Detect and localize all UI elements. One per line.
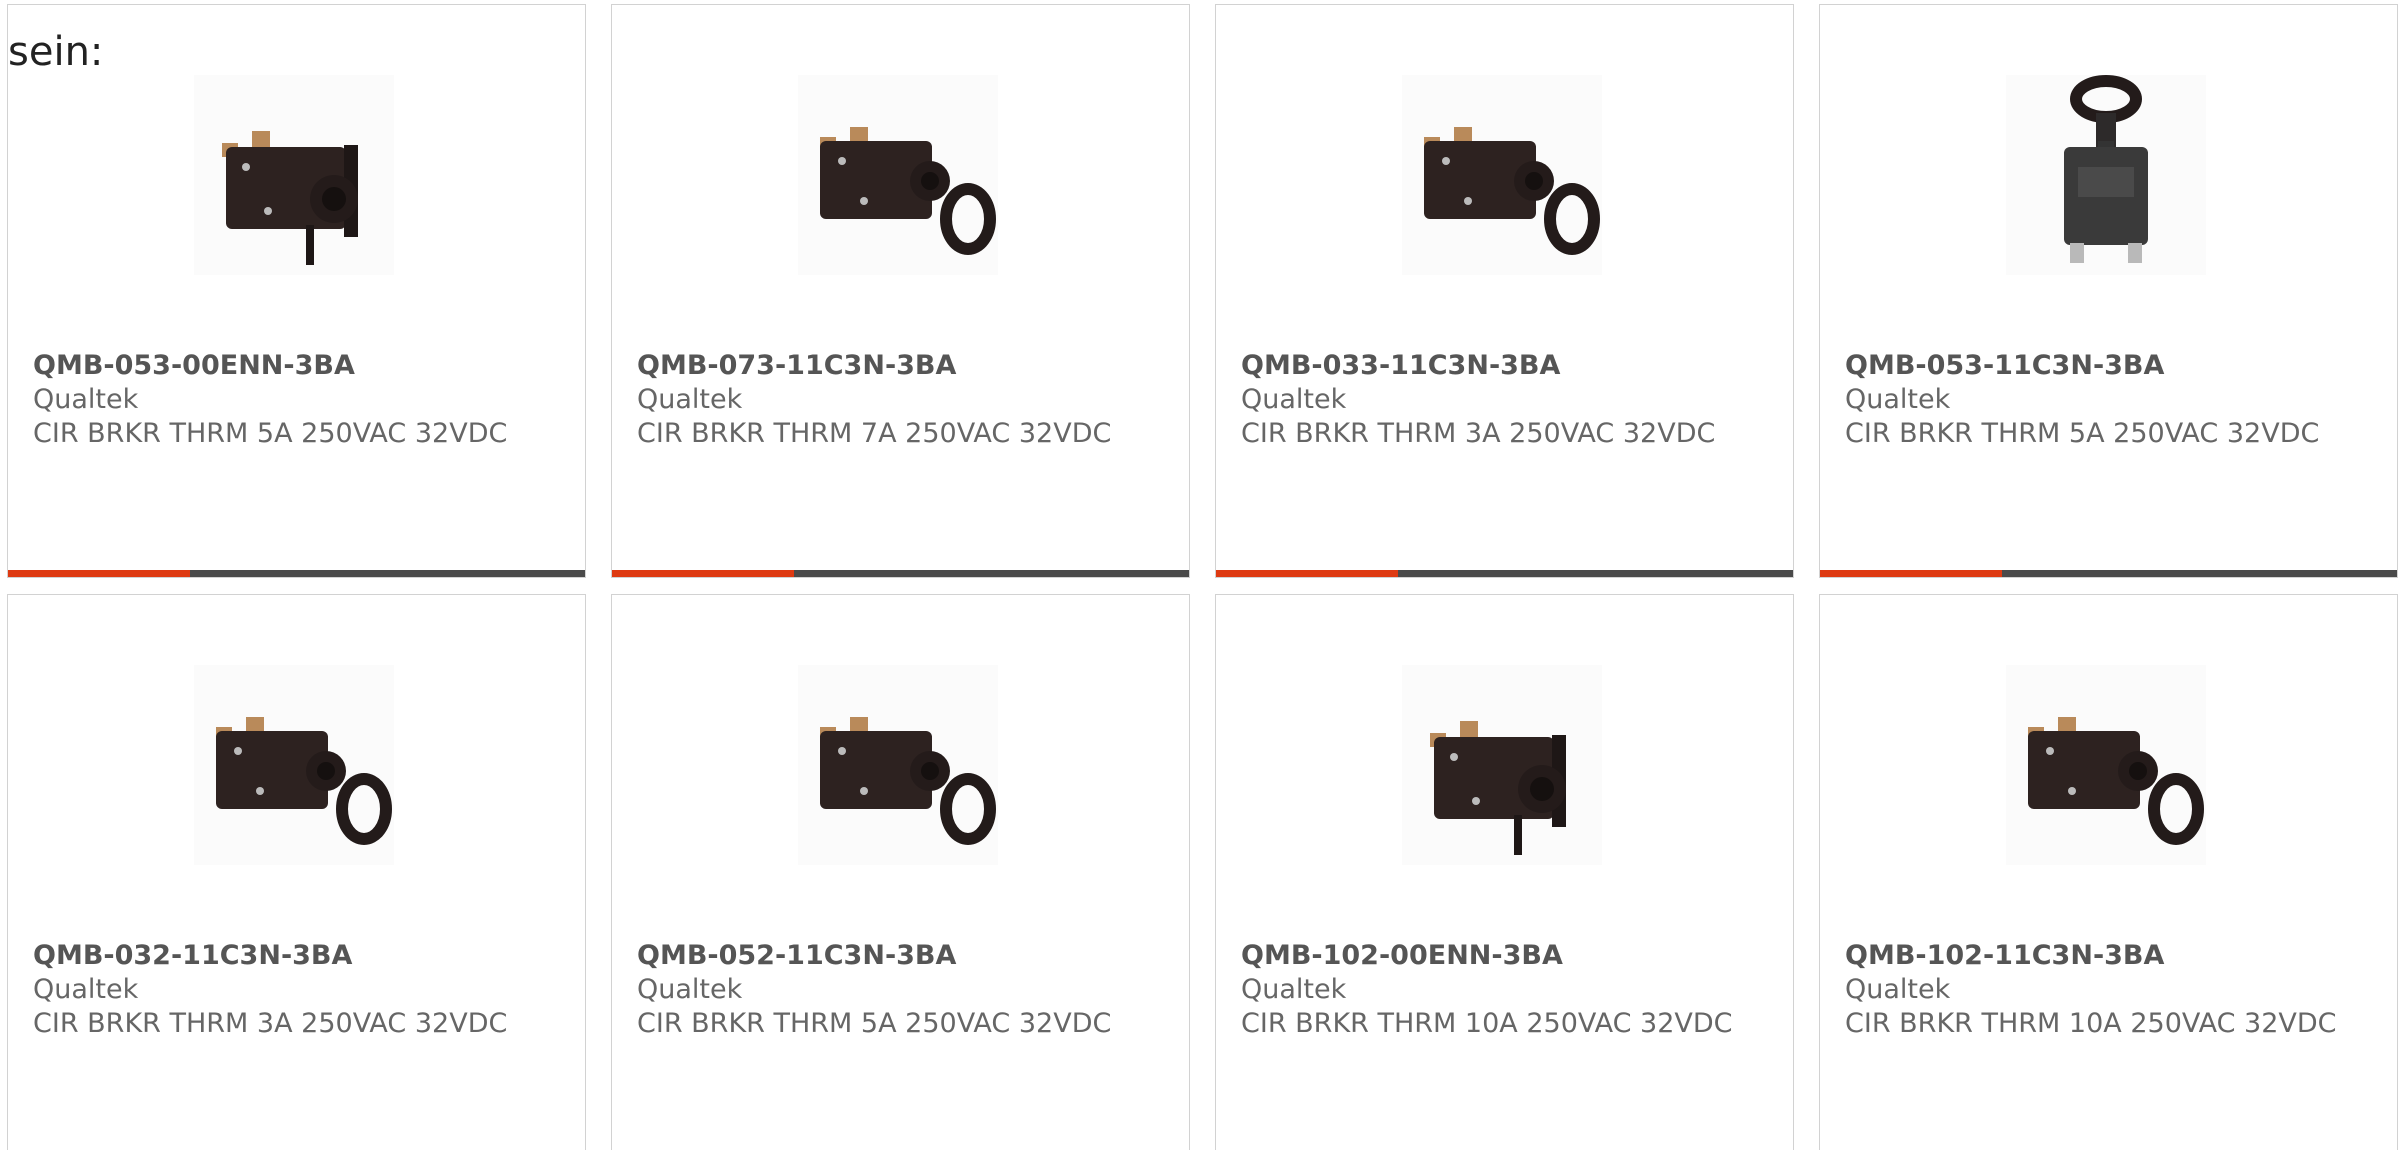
- card-accent: [1820, 570, 2002, 577]
- description: CIR BRKR THRM 5A 250VAC 32VDC: [1845, 418, 2320, 449]
- part-number-link[interactable]: QMB-102-00ENN-3BA: [1241, 939, 1771, 973]
- card-bottom-bar: [1216, 570, 1793, 577]
- part-number-link[interactable]: QMB-052-11C3N-3BA: [637, 939, 1167, 973]
- manufacturer: Qualtek: [1845, 974, 1951, 1005]
- card-accent: [612, 570, 794, 577]
- manufacturer: Qualtek: [33, 974, 139, 1005]
- product-listing-page: sein: QMB-053-00ENN-3BA Qualtek CIR BRKR…: [0, 0, 2400, 1150]
- product-card[interactable]: QMB-052-11C3N-3BA Qualtek CIR BRKR THRM …: [611, 594, 1190, 1150]
- manufacturer: Qualtek: [637, 384, 743, 415]
- circuit-breaker-flange-icon[interactable]: [194, 75, 394, 275]
- card-bottom-bar: [8, 570, 585, 577]
- manufacturer: Qualtek: [637, 974, 743, 1005]
- part-number-link[interactable]: QMB-033-11C3N-3BA: [1241, 349, 1771, 383]
- product-info: QMB-053-00ENN-3BA Qualtek CIR BRKR THRM …: [33, 349, 563, 451]
- circuit-breaker-oring-icon[interactable]: [798, 665, 998, 865]
- card-accent: [1216, 570, 1398, 577]
- product-info: QMB-053-11C3N-3BA Qualtek CIR BRKR THRM …: [1845, 349, 2375, 451]
- description: CIR BRKR THRM 10A 250VAC 32VDC: [1845, 1008, 2337, 1039]
- manufacturer: Qualtek: [1241, 384, 1347, 415]
- product-card[interactable]: QMB-033-11C3N-3BA Qualtek CIR BRKR THRM …: [1215, 4, 1794, 578]
- product-card[interactable]: QMB-032-11C3N-3BA Qualtek CIR BRKR THRM …: [7, 594, 586, 1150]
- product-info: QMB-033-11C3N-3BA Qualtek CIR BRKR THRM …: [1241, 349, 1771, 451]
- circuit-breaker-oring-icon[interactable]: [1402, 75, 1602, 275]
- product-card[interactable]: QMB-053-00ENN-3BA Qualtek CIR BRKR THRM …: [7, 4, 586, 578]
- circuit-breaker-oring-icon[interactable]: [798, 75, 998, 275]
- product-info: QMB-102-00ENN-3BA Qualtek CIR BRKR THRM …: [1241, 939, 1771, 1041]
- product-card[interactable]: QMB-102-00ENN-3BA Qualtek CIR BRKR THRM …: [1215, 594, 1794, 1150]
- description: CIR BRKR THRM 7A 250VAC 32VDC: [637, 418, 1112, 449]
- product-info: QMB-032-11C3N-3BA Qualtek CIR BRKR THRM …: [33, 939, 563, 1041]
- description: CIR BRKR THRM 5A 250VAC 32VDC: [637, 1008, 1112, 1039]
- product-info: QMB-102-11C3N-3BA Qualtek CIR BRKR THRM …: [1845, 939, 2375, 1041]
- circuit-breaker-front-icon[interactable]: [2006, 75, 2206, 275]
- part-number-link[interactable]: QMB-102-11C3N-3BA: [1845, 939, 2375, 973]
- description: CIR BRKR THRM 3A 250VAC 32VDC: [1241, 418, 1716, 449]
- product-card[interactable]: QMB-102-11C3N-3BA Qualtek CIR BRKR THRM …: [1819, 594, 2398, 1150]
- description: CIR BRKR THRM 3A 250VAC 32VDC: [33, 1008, 508, 1039]
- product-info: QMB-052-11C3N-3BA Qualtek CIR BRKR THRM …: [637, 939, 1167, 1041]
- product-card[interactable]: QMB-073-11C3N-3BA Qualtek CIR BRKR THRM …: [611, 4, 1190, 578]
- circuit-breaker-flange-icon[interactable]: [1402, 665, 1602, 865]
- product-grid: QMB-053-00ENN-3BA Qualtek CIR BRKR THRM …: [7, 4, 2398, 1150]
- product-info: QMB-073-11C3N-3BA Qualtek CIR BRKR THRM …: [637, 349, 1167, 451]
- manufacturer: Qualtek: [1845, 384, 1951, 415]
- circuit-breaker-oring-icon[interactable]: [2006, 665, 2206, 865]
- card-accent: [8, 570, 190, 577]
- part-number-link[interactable]: QMB-032-11C3N-3BA: [33, 939, 563, 973]
- description: CIR BRKR THRM 10A 250VAC 32VDC: [1241, 1008, 1733, 1039]
- manufacturer: Qualtek: [1241, 974, 1347, 1005]
- manufacturer: Qualtek: [33, 384, 139, 415]
- card-bottom-bar: [612, 570, 1189, 577]
- circuit-breaker-oring-icon[interactable]: [194, 665, 394, 865]
- part-number-link[interactable]: QMB-053-00ENN-3BA: [33, 349, 563, 383]
- part-number-link[interactable]: QMB-073-11C3N-3BA: [637, 349, 1167, 383]
- product-card[interactable]: QMB-053-11C3N-3BA Qualtek CIR BRKR THRM …: [1819, 4, 2398, 578]
- description: CIR BRKR THRM 5A 250VAC 32VDC: [33, 418, 508, 449]
- intro-text: sein:: [8, 29, 104, 75]
- card-bottom-bar: [1820, 570, 2397, 577]
- part-number-link[interactable]: QMB-053-11C3N-3BA: [1845, 349, 2375, 383]
